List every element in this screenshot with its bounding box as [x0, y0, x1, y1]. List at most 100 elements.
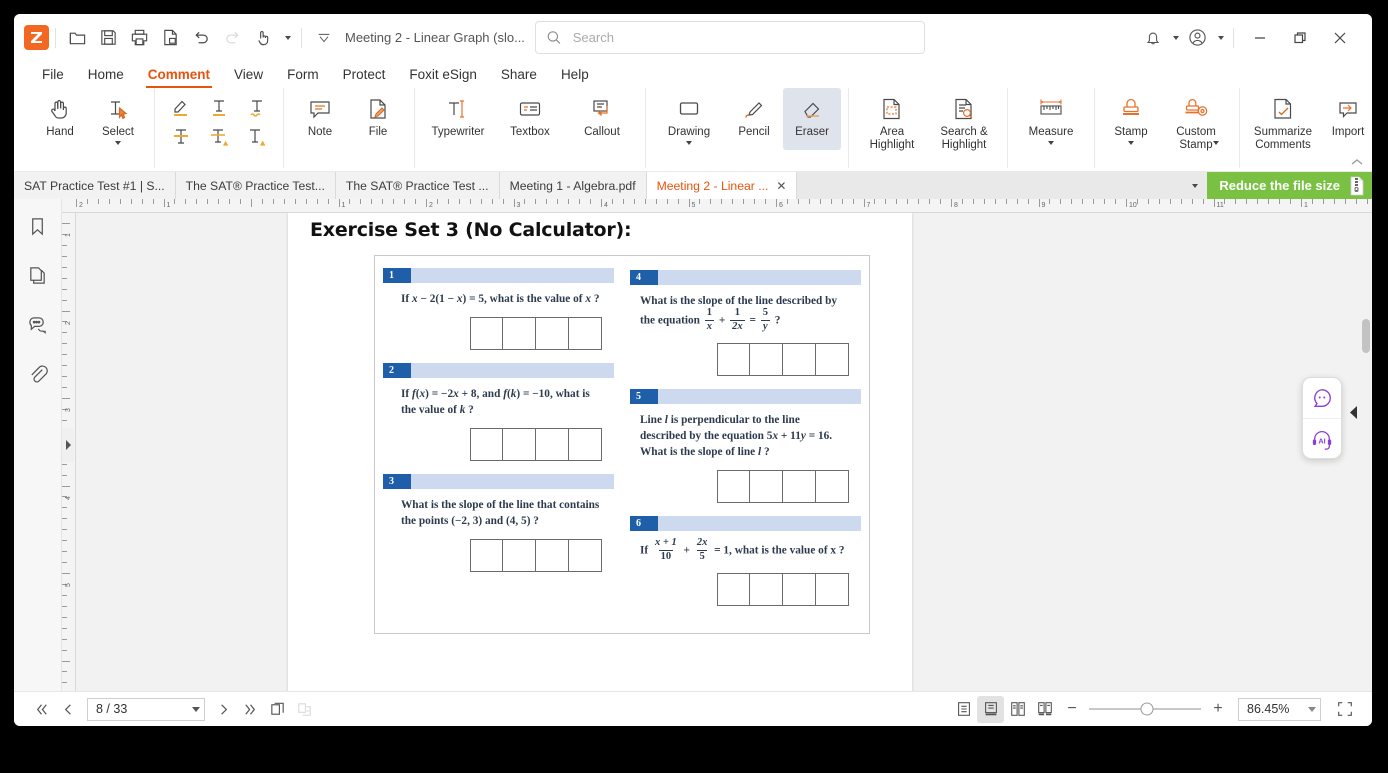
squiggly-icon[interactable] [243, 93, 271, 121]
file-attachment-button[interactable]: File [349, 88, 407, 150]
next-page-button[interactable] [210, 696, 237, 723]
zoom-level-input[interactable]: 86.45% [1238, 697, 1321, 721]
restore-button[interactable] [1280, 21, 1320, 55]
import-comments-button[interactable]: Import [1319, 88, 1372, 150]
answer-cell[interactable] [717, 573, 750, 606]
chevron-down-icon[interactable] [1213, 141, 1219, 145]
menu-foxit-esign[interactable]: Foxit eSign [397, 61, 489, 88]
pencil-button[interactable]: Pencil [725, 88, 783, 150]
replace-text-icon[interactable] [205, 123, 233, 151]
previous-page-button[interactable] [55, 696, 82, 723]
answer-cell[interactable] [816, 470, 849, 503]
menu-view[interactable]: View [222, 61, 275, 88]
account-avatar-icon[interactable] [1182, 22, 1213, 53]
underline-icon[interactable] [205, 93, 233, 121]
custom-stamp-button[interactable]: Custom Stamp [1160, 88, 1232, 158]
answer-cell[interactable] [750, 343, 783, 376]
close-button[interactable] [1320, 21, 1360, 55]
answer-cell[interactable] [717, 470, 750, 503]
answer-cell[interactable] [470, 317, 503, 350]
zoom-slider-knob[interactable] [1140, 702, 1154, 716]
search-input[interactable] [570, 29, 914, 46]
answer-grid[interactable] [716, 573, 849, 606]
answer-cell[interactable] [503, 317, 536, 350]
drawing-button[interactable]: Drawing [653, 88, 725, 150]
menu-file[interactable]: File [30, 61, 76, 88]
doc-tab-4-active[interactable]: Meeting 2 - Linear ... ✕ [646, 172, 798, 199]
menu-protect[interactable]: Protect [331, 61, 398, 88]
answer-cell[interactable] [569, 317, 602, 350]
fullscreen-button[interactable] [1331, 696, 1358, 723]
stamp-button[interactable]: Stamp [1102, 88, 1160, 150]
zoom-slider-track[interactable] [1089, 702, 1201, 716]
chevron-down-icon[interactable] [192, 706, 200, 712]
answer-cell[interactable] [816, 573, 849, 606]
attachments-icon[interactable] [24, 360, 51, 387]
search-box[interactable] [534, 21, 925, 54]
doc-tab-1[interactable]: The SAT® Practice Test... [175, 172, 336, 199]
answer-cell[interactable] [470, 539, 503, 572]
answer-cell[interactable] [470, 428, 503, 461]
answer-cell[interactable] [816, 343, 849, 376]
select-tool-button[interactable]: Select [89, 88, 147, 150]
highlight-icon[interactable] [167, 93, 195, 121]
collapse-ribbon-button[interactable] [1350, 157, 1364, 167]
summarize-comments-button[interactable]: Summarize Comments [1247, 88, 1319, 152]
scrollbar-thumb[interactable] [1362, 319, 1370, 353]
ai-chat-button[interactable] [1303, 378, 1341, 418]
panel-expand-arrow[interactable] [62, 428, 74, 462]
zoom-slider[interactable]: − + [1064, 700, 1226, 718]
strikeout-icon[interactable] [167, 123, 195, 151]
answer-cell[interactable] [569, 539, 602, 572]
textbox-button[interactable]: Textbox [494, 88, 566, 150]
answer-cell[interactable] [717, 343, 750, 376]
doc-tab-2[interactable]: The SAT® Practice Test ... [335, 172, 500, 199]
notification-bell-icon[interactable] [1137, 22, 1168, 53]
account-dropdown[interactable] [1213, 22, 1227, 53]
bookmark-icon[interactable] [24, 213, 51, 240]
menu-share[interactable]: Share [489, 61, 549, 88]
chevron-down-icon[interactable] [1308, 706, 1316, 712]
redo-icon[interactable] [217, 22, 248, 53]
answer-cell[interactable] [503, 428, 536, 461]
chevron-down-icon[interactable] [1048, 141, 1054, 145]
notification-dropdown[interactable] [1168, 22, 1182, 53]
page-number-input[interactable]: 8 / 33 [87, 697, 205, 721]
facing-continuous-view-icon[interactable] [1031, 696, 1058, 723]
quick-access-dropdown[interactable] [279, 22, 295, 53]
page-thumbnails-icon[interactable] [24, 262, 51, 289]
comments-icon[interactable] [24, 311, 51, 338]
single-page-layout-button[interactable] [264, 696, 291, 723]
chevron-down-icon[interactable] [686, 141, 692, 145]
chevron-down-icon[interactable] [1128, 141, 1134, 145]
measure-button[interactable]: Measure [1015, 88, 1087, 150]
menu-comment[interactable]: Comment [136, 61, 222, 88]
doc-tab-0[interactable]: SAT Practice Test #1 | S... [14, 172, 176, 199]
answer-cell[interactable] [536, 428, 569, 461]
note-button[interactable]: Note [291, 88, 349, 150]
minimize-button[interactable] [1240, 21, 1280, 55]
ai-assistant-button[interactable]: AI [1303, 418, 1341, 458]
answer-grid[interactable] [469, 539, 602, 572]
continuous-view-icon[interactable] [977, 695, 1004, 723]
answer-cell[interactable] [750, 470, 783, 503]
hand-tool-button[interactable]: Hand [31, 88, 89, 150]
menu-help[interactable]: Help [549, 61, 601, 88]
answer-cell[interactable] [503, 539, 536, 572]
tab-overflow-dropdown[interactable] [1181, 172, 1207, 199]
single-page-view-icon[interactable] [950, 696, 977, 723]
answer-cell[interactable] [536, 539, 569, 572]
answer-cell[interactable] [536, 317, 569, 350]
save-icon[interactable] [93, 22, 124, 53]
facing-view-icon[interactable] [1004, 696, 1031, 723]
menu-home[interactable]: Home [76, 61, 136, 88]
menu-form[interactable]: Form [275, 61, 331, 88]
area-highlight-button[interactable]: Area Highlight [856, 88, 928, 152]
touch-mode-icon[interactable] [248, 22, 279, 53]
eraser-button[interactable]: Eraser [783, 88, 841, 150]
answer-cell[interactable] [750, 573, 783, 606]
zoom-out-button[interactable]: − [1064, 700, 1080, 718]
answer-cell[interactable] [783, 470, 816, 503]
reduce-file-size-button[interactable]: Reduce the file size [1207, 172, 1372, 199]
answer-cell[interactable] [783, 573, 816, 606]
